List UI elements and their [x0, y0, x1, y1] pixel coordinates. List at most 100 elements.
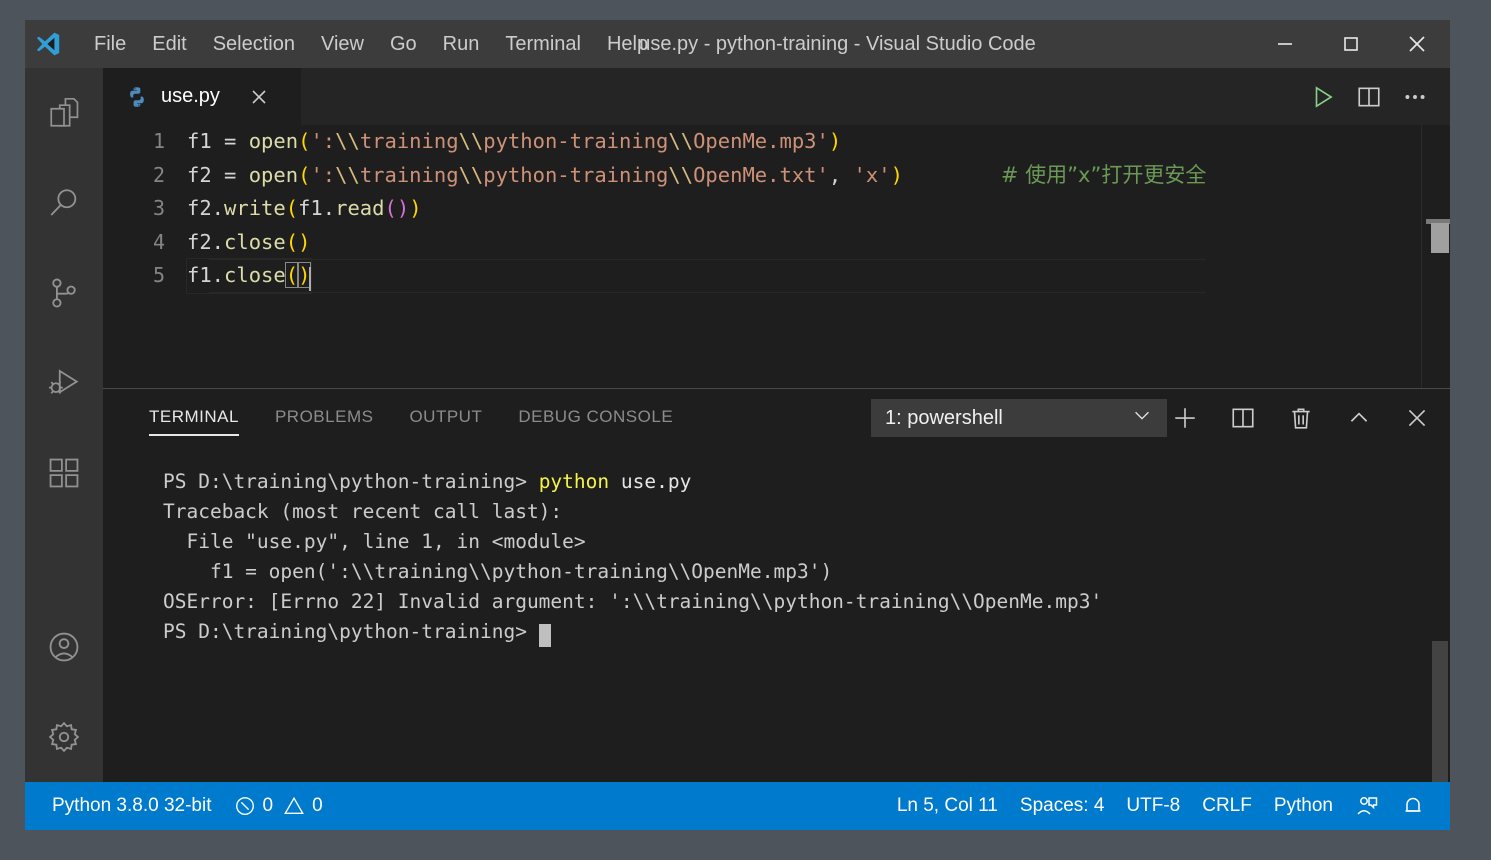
sidebar-item-source-control[interactable] [25, 248, 103, 338]
split-terminal-button[interactable] [1220, 395, 1266, 441]
code-editor[interactable]: 1 f1 = open(':\\training\\python-training… [103, 125, 1450, 388]
terminal-line: Traceback (most recent call last): [163, 497, 1426, 527]
vscode-window: File Edit Selection View Go Run Terminal… [25, 20, 1450, 830]
code-token: close [224, 229, 286, 254]
editor-tab-close-icon[interactable] [246, 84, 272, 110]
code-token: ) [890, 162, 903, 187]
text-cursor [309, 267, 312, 291]
menu-item-file[interactable]: File [81, 29, 139, 60]
code-line: 3 f2.write(f1.read()) [103, 192, 1206, 226]
tab-problems[interactable]: PROBLEMS [257, 389, 391, 444]
code-token: 'x' [853, 162, 891, 187]
code-token: ( [284, 262, 300, 288]
status-eol[interactable]: CRLF [1191, 782, 1263, 830]
new-terminal-button[interactable] [1162, 395, 1208, 441]
code-token: ) [409, 196, 422, 220]
status-cursor-position[interactable]: Ln 5, Col 11 [886, 782, 1009, 830]
editor-tab-label: use.py [161, 85, 220, 107]
more-actions-button[interactable] [1392, 74, 1438, 120]
status-encoding[interactable]: UTF-8 [1115, 782, 1191, 830]
code-token: ( [298, 129, 311, 153]
code-token: ( [285, 196, 299, 220]
code-line: 2 f2 = open(':\\training\\python-training… [103, 159, 1206, 193]
menu-item-help[interactable]: Help [594, 29, 661, 60]
close-button[interactable] [1384, 20, 1450, 68]
terminal-output[interactable]: PS D:\training\python-training> python u… [163, 467, 1426, 779]
terminal-scrollbar-thumb[interactable] [1432, 641, 1448, 789]
tab-terminal[interactable]: TERMINAL [149, 389, 257, 444]
terminal-line: f1 = open(':\\training\\python-training\… [163, 557, 1426, 587]
code-line-text: f2 = open(':\\training\\python-training\… [187, 159, 903, 193]
code-line: 1 f1 = open(':\\training\\python-training… [103, 125, 1206, 159]
status-python-label: Python 3.8.0 32-bit [52, 795, 212, 816]
menu-item-edit[interactable]: Edit [139, 29, 199, 60]
menu-item-terminal[interactable]: Terminal [492, 29, 594, 60]
editor-group: use.py 1 f1 = open(':\\training\\python-t… [103, 68, 1450, 388]
editor-actions [1300, 68, 1438, 125]
python-file-icon [125, 85, 149, 109]
panel-actions [1150, 395, 1440, 441]
code-token: = [224, 162, 249, 187]
activity-bar [25, 68, 103, 782]
terminal-token: PS D:\training\python-training> [163, 470, 539, 493]
code-token: \\ [335, 129, 360, 153]
live-share-icon[interactable] [1344, 782, 1390, 830]
menu-item-run[interactable]: Run [430, 29, 493, 60]
terminal-token: File "use.py", line 1, in <module> [163, 530, 586, 553]
code-token: ': [310, 129, 336, 153]
status-errors-warnings[interactable]: 0 0 [223, 782, 334, 830]
tab-output[interactable]: OUTPUT [391, 389, 500, 444]
status-python-interpreter[interactable]: Python 3.8.0 32-bit [41, 782, 223, 830]
terminal-token: PS D:\training\python-training> [163, 620, 539, 643]
maximize-button[interactable] [1318, 20, 1384, 68]
code-token: ) [828, 129, 842, 153]
code-token: open [248, 162, 299, 187]
sidebar-item-explorer[interactable] [25, 68, 103, 158]
editor-tab-bar: use.py [103, 68, 1450, 125]
terminal-line: OSError: [Errno 22] Invalid argument: ':… [163, 587, 1426, 617]
code-token: OpenMe.txt' [693, 162, 829, 187]
status-language-mode[interactable]: Python [1263, 782, 1344, 830]
window-title: use.py - python-training - Visual Studio… [639, 32, 1036, 55]
code-token: python-training [483, 129, 669, 153]
window-controls [1252, 20, 1450, 68]
code-token: close [224, 263, 286, 287]
sidebar-item-run-and-debug[interactable] [25, 338, 103, 428]
code-token: \\ [335, 162, 360, 187]
code-token: ': [310, 162, 336, 187]
tab-debug-console[interactable]: DEBUG CONSOLE [500, 389, 691, 444]
kill-terminal-button[interactable] [1278, 395, 1324, 441]
code-token: training [359, 129, 459, 153]
editor-tab-use-py[interactable]: use.py [103, 68, 302, 125]
sidebar-item-search[interactable] [25, 158, 103, 248]
line-number: 3 [152, 196, 165, 220]
menu-item-selection[interactable]: Selection [200, 29, 308, 60]
code-token: OpenMe.mp3' [693, 129, 829, 153]
bell-icon[interactable] [1390, 782, 1436, 830]
settings-gear-icon[interactable] [25, 692, 103, 782]
code-token: ( [285, 229, 299, 254]
run-python-file-button[interactable] [1300, 74, 1346, 120]
terminal-line: PS D:\training\python-training> python u… [163, 467, 1426, 497]
maximize-panel-button[interactable] [1336, 395, 1382, 441]
terminal-token: python [538, 470, 610, 493]
minimize-button[interactable] [1252, 20, 1318, 68]
scrollbar-thumb[interactable] [1431, 223, 1449, 253]
accounts-icon[interactable] [25, 602, 103, 692]
menu-item-go[interactable]: Go [377, 29, 430, 60]
terminal-token: OSError: [Errno 22] Invalid argument: ':… [163, 590, 1103, 613]
title-bar: File Edit Selection View Go Run Terminal… [25, 20, 1450, 68]
close-panel-button[interactable] [1394, 395, 1440, 441]
terminal-token: Traceback (most recent call last): [163, 500, 563, 523]
terminal-selector-dropdown[interactable]: 1: powershell [871, 399, 1167, 437]
panel-header: TERMINAL PROBLEMS OUTPUT DEBUG CONSOLE 1… [103, 389, 1450, 444]
editor-scrollbar[interactable] [1422, 125, 1450, 388]
split-editor-right-button[interactable] [1346, 74, 1392, 120]
status-indentation[interactable]: Spaces: 4 [1009, 782, 1116, 830]
menu-item-view[interactable]: View [308, 29, 377, 60]
code-line: 4 f2.close() [103, 226, 1206, 260]
code-token: f2 [187, 162, 225, 187]
code-line: 5 f1.close() [103, 258, 1207, 294]
sidebar-item-extensions[interactable] [25, 428, 103, 518]
code-line-text: f2.close() [187, 226, 310, 260]
